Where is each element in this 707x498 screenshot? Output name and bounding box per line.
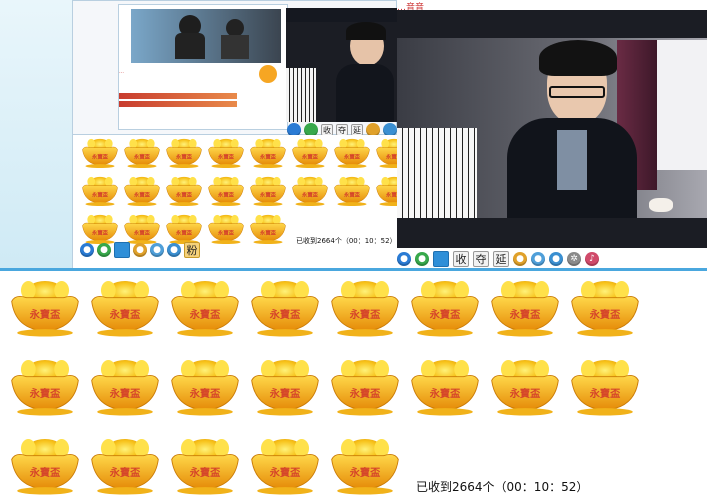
record-icon[interactable]: ● (167, 243, 181, 257)
gold-ingot-icon (168, 430, 242, 498)
window-icon[interactable] (433, 251, 449, 267)
collect-button[interactable]: 收 (453, 251, 469, 267)
gold-ingot-icon (80, 211, 120, 245)
mid-toolbar: ● ● ● ● ● 粉 (80, 242, 200, 258)
gold-ingot-icon (8, 272, 82, 340)
mini-banner (119, 93, 237, 99)
desktop-background (0, 0, 72, 270)
gold-ingot-icon (168, 272, 242, 340)
user-icon[interactable]: ● (531, 252, 545, 266)
gold-ingot-icon (290, 173, 330, 207)
gold-ingot-icon (328, 430, 402, 498)
gold-ingot-icon (122, 173, 162, 207)
small-video (286, 8, 397, 122)
gold-ingot-icon (164, 211, 204, 245)
people-icon[interactable]: ● (513, 252, 527, 266)
gift-icon (259, 65, 277, 83)
gold-ingot-icon (248, 135, 288, 169)
fan-button[interactable]: 粉 (184, 242, 200, 258)
gold-ingot-icon (164, 173, 204, 207)
gold-ingot-icon (8, 351, 82, 419)
mini-banner-2 (119, 101, 237, 107)
gold-ingot-icon (290, 135, 330, 169)
gold-ingot-icon (206, 173, 246, 207)
gold-ingot-icon (328, 272, 402, 340)
gold-ingot-icon (80, 135, 120, 169)
mini-chat-line: … (119, 69, 124, 75)
gold-ingot-icon (8, 430, 82, 498)
chat-icon[interactable]: ● (415, 252, 429, 266)
gold-ingot-icon (408, 351, 482, 419)
gold-ingot-icon (248, 211, 288, 245)
gold-ingot-icon (88, 351, 162, 419)
gift-counter: 已收到2664个（00：10：52） (416, 480, 589, 494)
gold-ingot-icon (80, 173, 120, 207)
gold-ingot-icon (328, 351, 402, 419)
gold-ingot-icon (206, 211, 246, 245)
gold-ingot-icon (122, 211, 162, 245)
gold-ingot-icon (88, 272, 162, 340)
small-counter: 已收到2664个（00：10：52） (296, 237, 397, 245)
globe-icon[interactable]: ● (397, 252, 411, 266)
people-icon[interactable]: ● (133, 243, 147, 257)
window-divider (0, 268, 707, 271)
chat-icon[interactable]: ● (97, 243, 111, 257)
gold-ingot-icon (164, 135, 204, 169)
gold-ingot-icon (168, 351, 242, 419)
record-icon[interactable]: ● (549, 252, 563, 266)
gold-ingot-icon (88, 430, 162, 498)
gold-ingot-icon (568, 272, 642, 340)
extend-button[interactable]: 延 (493, 251, 509, 267)
gold-ingot-icon (248, 272, 322, 340)
gold-ingot-icon (248, 430, 322, 498)
gear-icon[interactable]: ✲ (567, 252, 581, 266)
gold-ingot-icon (122, 135, 162, 169)
gold-ingot-icon (248, 351, 322, 419)
main-video (397, 10, 707, 248)
gold-ingot-icon (408, 272, 482, 340)
main-toolbar: ● ● 收 夺 延 ● ● ● ✲ ♪ (397, 251, 599, 267)
sound-icon[interactable]: ♪ (585, 252, 599, 266)
mini-window: … (118, 4, 288, 130)
gold-ingot-icon (248, 173, 288, 207)
gold-ingot-icon (488, 351, 562, 419)
globe-icon[interactable]: ● (80, 243, 94, 257)
grab-button[interactable]: 夺 (473, 251, 489, 267)
gold-ingot-icon (568, 351, 642, 419)
gold-ingot-icon (488, 272, 562, 340)
gold-ingot-icon (332, 135, 372, 169)
user-icon[interactable]: ● (150, 243, 164, 257)
main-video-frame: …音音 (397, 0, 707, 248)
gold-ingot-icon (332, 173, 372, 207)
window-icon[interactable] (114, 242, 130, 258)
gold-ingot-icon (206, 135, 246, 169)
mini-video (131, 9, 281, 63)
